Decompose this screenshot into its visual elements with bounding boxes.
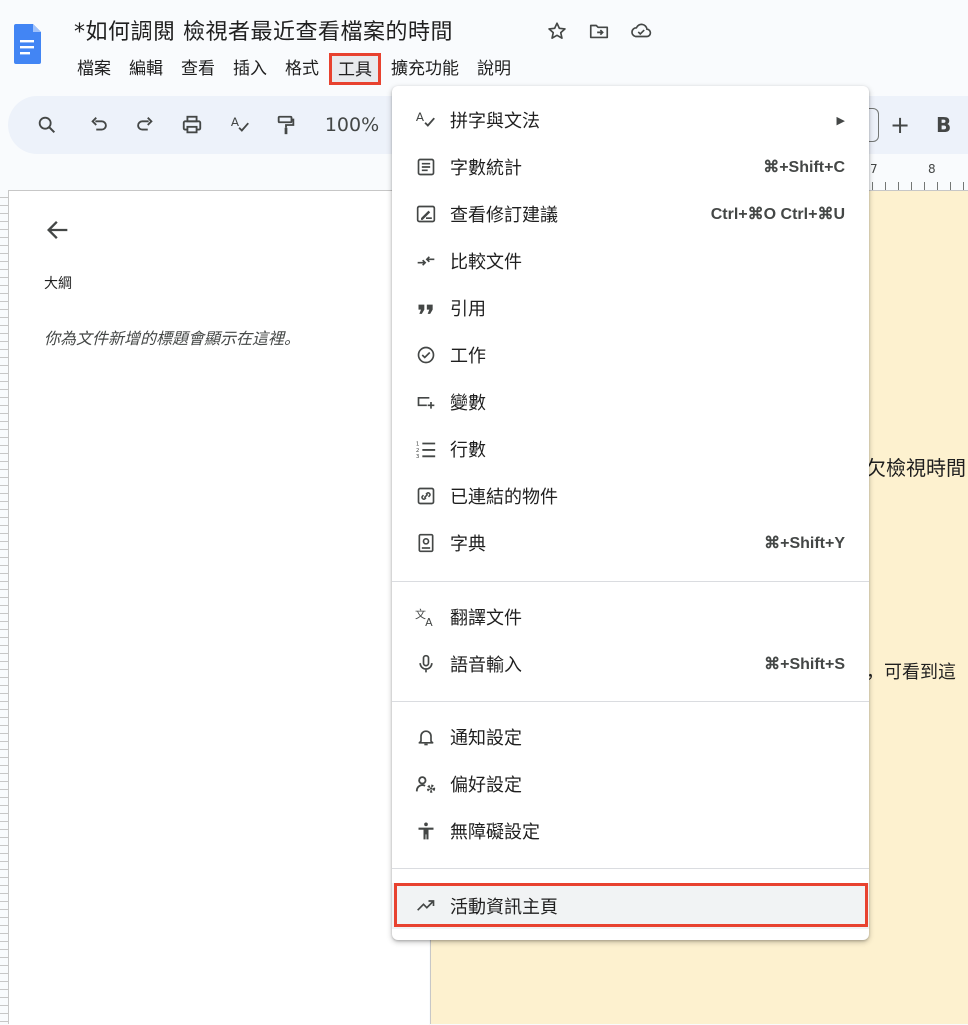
menu-item-notification-settings[interactable]: 通知設定 [392, 714, 869, 760]
paint-format-icon[interactable] [272, 96, 300, 154]
menu-item-label: 翻譯文件 [450, 608, 522, 629]
search-menus-icon[interactable] [34, 96, 60, 154]
menu-separator [392, 581, 869, 582]
redo-icon[interactable] [132, 96, 158, 154]
menu-item-word-count[interactable]: 字數統計 ⌘+Shift+C [392, 144, 869, 190]
submenu-arrow-icon: ▶ [836, 113, 845, 127]
spellcheck-icon[interactable]: A [226, 96, 254, 154]
menu-edit[interactable]: 編輯 [120, 53, 172, 85]
menu-separator [392, 868, 869, 869]
outline-panel [9, 190, 429, 1025]
svg-text:A: A [231, 115, 240, 129]
ruler-ticks [860, 182, 968, 190]
menu-item-label: 查看修訂建議 [450, 205, 558, 226]
translate-icon: 文A [414, 605, 438, 629]
menu-item-shortcut: Ctrl+⌘O Ctrl+⌘U [710, 206, 845, 223]
menu-item-shortcut: ⌘+Shift+C [763, 159, 845, 176]
menu-item-label: 變數 [450, 393, 486, 414]
menu-item-variables[interactable]: 變數 [392, 379, 869, 425]
menu-item-tasks[interactable]: 工作 [392, 332, 869, 378]
page-heading-text: 欠檢視時間 [866, 456, 966, 480]
move-folder-icon[interactable] [586, 18, 612, 44]
menu-item-voice-typing[interactable]: 語音輸入 ⌘+Shift+S [392, 641, 869, 687]
svg-text:2: 2 [416, 448, 420, 454]
menu-item-accessibility[interactable]: 無障礙設定 [392, 808, 869, 854]
svg-text:A: A [416, 110, 425, 124]
menu-view[interactable]: 查看 [172, 53, 224, 85]
menu-format[interactable]: 格式 [276, 53, 328, 85]
page-body-text: ，可看到這 [866, 662, 956, 683]
menu-help[interactable]: 說明 [468, 53, 520, 85]
cloud-saved-icon[interactable] [628, 18, 654, 44]
quote-icon [414, 296, 438, 320]
menu-item-label: 偏好設定 [450, 775, 522, 796]
docs-logo-icon[interactable] [14, 22, 42, 72]
menu-item-line-numbers[interactable]: 123 行數 [392, 426, 869, 472]
menu-item-label: 語音輸入 [450, 655, 522, 676]
preferences-icon [414, 772, 438, 796]
menu-bar: 檔案 編輯 查看 插入 格式 工具 擴充功能 說明 [68, 52, 520, 86]
menu-item-label: 比較文件 [450, 252, 522, 273]
svg-text:A: A [425, 616, 433, 628]
zoom-select[interactable]: 100% [322, 96, 382, 154]
word-count-icon [414, 155, 438, 179]
tools-dropdown-menu: A 拼字與文法 ▶ 字數統計 ⌘+Shift+C 查看修訂建議 Ctrl+⌘O … [392, 86, 869, 940]
menu-item-label: 拼字與文法 [450, 111, 540, 132]
menu-item-dictionary[interactable]: 字典 ⌘+Shift+Y [392, 520, 869, 566]
bold-button[interactable]: B [936, 108, 951, 142]
variable-icon [414, 390, 438, 414]
accessibility-icon [414, 819, 438, 843]
menu-item-preferences[interactable]: 偏好設定 [392, 761, 869, 807]
highlight-annotation-box [394, 883, 868, 927]
menu-item-label: 引用 [450, 299, 486, 320]
spellcheck-icon: A [414, 108, 438, 132]
menu-item-review-edits[interactable]: 查看修訂建議 Ctrl+⌘O Ctrl+⌘U [392, 191, 869, 237]
review-edits-icon [414, 202, 438, 226]
menu-item-label: 工作 [450, 346, 486, 367]
outline-empty-hint: 你為文件新增的標題會顯示在這裡。 [44, 329, 301, 348]
print-icon[interactable] [178, 96, 206, 154]
menu-item-label: 字典 [450, 534, 486, 555]
line-numbers-icon: 123 [414, 437, 438, 461]
menu-tools[interactable]: 工具 [329, 53, 381, 85]
menu-extensions[interactable]: 擴充功能 [382, 53, 468, 85]
bell-icon [414, 725, 438, 749]
menu-item-label: 無障礙設定 [450, 822, 540, 843]
task-check-icon [414, 343, 438, 367]
menu-separator [392, 701, 869, 702]
ruler-number: 8 [928, 162, 936, 176]
menu-item-compare-documents[interactable]: 比較文件 [392, 238, 869, 284]
vertical-ruler [0, 190, 9, 1024]
outline-heading: 大綱 [44, 276, 72, 292]
menu-item-translate[interactable]: 文A 翻譯文件 [392, 594, 869, 640]
undo-icon[interactable] [86, 96, 112, 154]
menu-item-shortcut: ⌘+Shift+Y [764, 535, 845, 552]
horizontal-ruler: 7 8 [860, 160, 968, 191]
compare-icon [414, 249, 438, 273]
menu-file[interactable]: 檔案 [68, 53, 120, 85]
mic-icon [414, 652, 438, 676]
menu-insert[interactable]: 插入 [224, 53, 276, 85]
menu-item-label: 已連結的物件 [450, 487, 558, 508]
star-icon[interactable] [544, 18, 570, 44]
svg-text:3: 3 [416, 454, 420, 460]
menu-item-shortcut: ⌘+Shift+S [764, 656, 845, 673]
increase-font-size-button[interactable]: + [884, 108, 916, 142]
menu-item-label: 字數統計 [450, 158, 522, 179]
back-arrow-icon[interactable] [44, 216, 72, 244]
linked-object-icon [414, 484, 438, 508]
menu-item-label: 通知設定 [450, 728, 522, 749]
menu-item-spelling-grammar[interactable]: A 拼字與文法 ▶ [392, 97, 869, 143]
menu-item-citations[interactable]: 引用 [392, 285, 869, 331]
menu-item-linked-objects[interactable]: 已連結的物件 [392, 473, 869, 519]
ruler-number: 7 [870, 162, 878, 176]
menu-item-label: 行數 [450, 440, 486, 461]
svg-text:1: 1 [416, 441, 420, 447]
dictionary-icon [414, 531, 438, 555]
document-title[interactable]: *如何調閱 檢視者最近查看檔案的時間 [74, 14, 453, 46]
